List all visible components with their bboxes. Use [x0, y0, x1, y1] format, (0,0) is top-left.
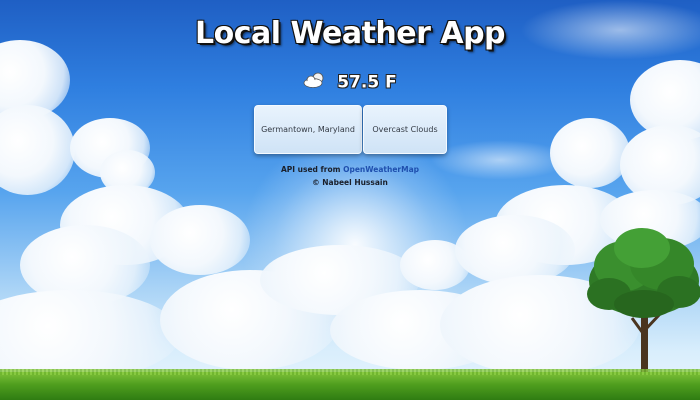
temperature-display: 57.5 F [0, 72, 700, 93]
page-title: Local Weather App [194, 16, 506, 51]
temperature-value: 57.5 F [337, 72, 397, 93]
openweathermap-link[interactable]: OpenWeatherMap [343, 165, 419, 174]
location-label: Germantown, Maryland [261, 125, 355, 134]
api-credit-text: API used from [280, 165, 341, 174]
copyright-text: © Nabeel Hussain [312, 178, 388, 187]
location-card[interactable]: Germantown, Maryland [254, 105, 362, 154]
cloud [430, 140, 570, 180]
cloud [455, 215, 575, 285]
cloud [150, 205, 250, 275]
partly-cloudy-icon [303, 72, 327, 93]
conditions-label: Overcast Clouds [372, 125, 438, 134]
background-scene [0, 0, 700, 400]
cloud [0, 290, 180, 380]
tree-image [587, 228, 700, 376]
grass-field [0, 369, 700, 400]
api-credit: API used from OpenWeatherMap [0, 165, 700, 174]
conditions-card[interactable]: Overcast Clouds [363, 105, 447, 154]
